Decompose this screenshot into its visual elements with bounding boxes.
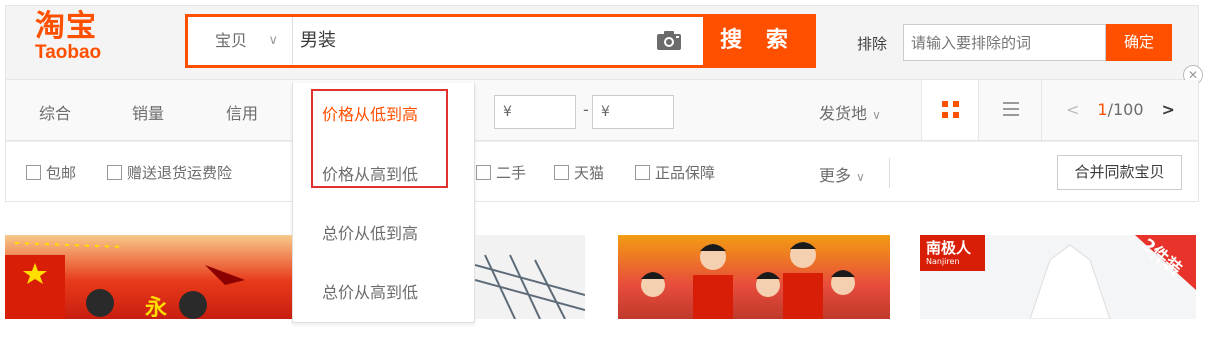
highlight-box [311,89,448,188]
filter-label: 二手 [496,164,527,182]
dropdown-item-total-desc[interactable]: 总价从高到低 [293,279,474,303]
filter-tmall[interactable]: 天猫 [554,162,604,183]
page-current: 1 [1097,100,1108,119]
dropdown-item-total-asc[interactable]: 总价从低到高 [293,220,474,244]
brand-label-en: Nanjiren [926,257,960,266]
sort-bar: 综合 销量 信用 ¥ - ¥ 发货地 ∨ <1/100 > [5,80,1199,141]
exclude-input[interactable] [903,24,1106,61]
filter-return-insurance[interactable]: 赠送退货运费险 [107,162,232,183]
checkbox[interactable] [476,165,491,180]
price-max-input[interactable]: ¥ [592,95,674,129]
search-input[interactable]: 男装 [300,17,650,65]
divider [889,158,890,188]
ship-from-label: 发货地 [819,104,868,123]
filter-free-shipping[interactable]: 包邮 [26,162,76,183]
checkbox[interactable] [554,165,569,180]
price-dash: - [583,100,589,119]
grid-view-button[interactable] [921,80,979,140]
product-image[interactable] [618,235,890,319]
chevron-down-icon: ∨ [856,170,865,184]
logo-text-en: Taobao [35,42,102,63]
list-view-button[interactable] [979,80,1042,140]
filter-secondhand[interactable]: 二手 [476,162,526,183]
next-page-icon[interactable]: > [1162,100,1175,119]
product-image[interactable]: 永 [5,235,292,319]
search-box: 宝贝 ∨ 男装 搜 索 [185,14,816,68]
more-label: 更多 [819,166,852,185]
product-image[interactable]: 南极人 Nanjiren 2件装 [920,235,1196,319]
checkbox[interactable] [107,165,122,180]
merge-same-items-button[interactable]: 合并同款宝贝 [1057,155,1182,190]
search-category-select[interactable]: 宝贝 ∨ [188,17,293,65]
taobao-logo[interactable]: 淘宝 Taobao [35,12,125,67]
filter-genuine[interactable]: 正品保障 [635,162,715,183]
brand-label: 南极人 [926,239,972,257]
product-image[interactable] [475,235,585,319]
grid-icon [942,101,959,118]
exclude-confirm-button[interactable]: 确定 [1106,24,1172,61]
ship-from-select[interactable]: 发货地 ∨ [819,100,881,124]
svg-text:永: 永 [145,295,167,319]
camera-icon[interactable] [656,31,682,51]
chevron-down-icon: ∨ [872,108,881,122]
more-filters-button[interactable]: 更多 ∨ [819,162,865,186]
exclude-label: 排除 [857,35,888,53]
product-3-image [641,242,855,319]
prev-page-icon[interactable]: < [1066,100,1079,119]
sort-comprehensive[interactable]: 综合 [39,100,71,124]
chevron-down-icon: ∨ [268,33,278,48]
filter-label: 赠送退货运费险 [127,164,233,182]
price-min-input[interactable]: ¥ [494,95,576,129]
product-2-image [475,254,585,319]
checkbox[interactable] [635,165,650,180]
checkbox[interactable] [26,165,41,180]
logo-text-cn: 淘宝 [35,9,97,44]
filter-bar: 包邮 赠送退货运费险 二手 天猫 正品保障 更多 ∨ 合并同款宝贝 [5,141,1199,202]
search-category-label: 宝贝 [215,31,248,50]
filter-label: 天猫 [574,164,605,182]
filter-label: 正品保障 [655,164,716,182]
product-1-image: 永 [5,242,245,319]
page-total: /100 [1107,100,1144,119]
pager: <1/100 > [1066,100,1175,119]
sort-credit[interactable]: 信用 [226,100,258,124]
sort-sales[interactable]: 销量 [132,100,164,124]
filter-label: 包邮 [46,164,77,182]
search-button[interactable]: 搜 索 [703,17,813,65]
list-icon [1003,102,1019,116]
